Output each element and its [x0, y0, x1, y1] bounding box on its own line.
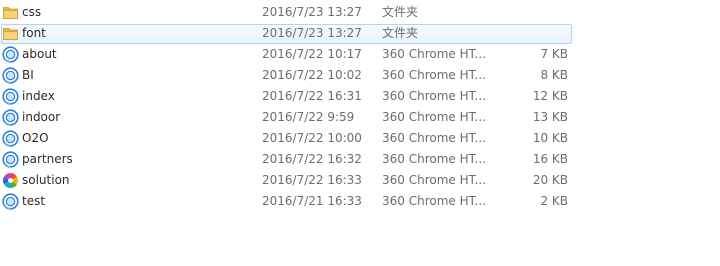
file-size: 16 KB: [532, 152, 568, 166]
browser-html-icon: [2, 46, 19, 63]
file-size: 8 KB: [540, 68, 568, 82]
file-row[interactable]: solution 2016/7/22 16:33 360 Chrome HT..…: [0, 170, 720, 191]
file-row[interactable]: indoor 2016/7/22 9:59 360 Chrome HT... 1…: [0, 107, 720, 128]
file-date-modified: 2016/7/22 9:59: [262, 110, 355, 124]
file-name[interactable]: solution: [22, 170, 70, 191]
file-name[interactable]: css: [22, 2, 41, 23]
file-size: 10 KB: [532, 131, 568, 145]
browser-html-icon: [2, 151, 19, 168]
browser-html-icon: [2, 88, 19, 105]
file-name[interactable]: O2O: [22, 128, 49, 149]
file-date-modified: 2016/7/22 16:31: [262, 89, 362, 103]
file-size: 12 KB: [532, 89, 568, 103]
file-type: 360 Chrome HT...: [382, 152, 486, 166]
browser-html-icon: [2, 67, 19, 84]
browser-html-icon: [2, 130, 19, 147]
file-name[interactable]: font: [22, 23, 46, 44]
file-row[interactable]: partners 2016/7/22 16:32 360 Chrome HT..…: [0, 149, 720, 170]
file-size: 13 KB: [532, 110, 568, 124]
file-date-modified: 2016/7/23 13:27: [262, 26, 362, 40]
file-date-modified: 2016/7/22 10:02: [262, 68, 362, 82]
file-type: 360 Chrome HT...: [382, 47, 486, 61]
file-name[interactable]: partners: [22, 149, 73, 170]
file-size: 7 KB: [540, 47, 568, 61]
file-type: 文件夹: [382, 5, 419, 19]
file-type: 360 Chrome HT...: [382, 68, 486, 82]
file-list: css 2016/7/23 13:27 文件夹 font 2016/7/23 1…: [0, 2, 720, 212]
file-row[interactable]: BI 2016/7/22 10:02 360 Chrome HT... 8 KB: [0, 65, 720, 86]
file-type: 360 Chrome HT...: [382, 110, 486, 124]
file-row[interactable]: O2O 2016/7/22 10:00 360 Chrome HT... 10 …: [0, 128, 720, 149]
file-date-modified: 2016/7/22 10:17: [262, 47, 362, 61]
file-type: 360 Chrome HT...: [382, 173, 486, 187]
file-type: 360 Chrome HT...: [382, 89, 486, 103]
file-type: 360 Chrome HT...: [382, 131, 486, 145]
file-name[interactable]: index: [22, 86, 55, 107]
file-name[interactable]: about: [22, 44, 57, 65]
file-size: 2 KB: [540, 194, 568, 208]
file-date-modified: 2016/7/22 16:32: [262, 152, 362, 166]
browser-html-icon: [2, 193, 19, 210]
file-date-modified: 2016/7/22 16:33: [262, 173, 362, 187]
file-row[interactable]: css 2016/7/23 13:27 文件夹: [0, 2, 720, 23]
file-row[interactable]: test 2016/7/21 16:33 360 Chrome HT... 2 …: [0, 191, 720, 212]
file-date-modified: 2016/7/23 13:27: [262, 5, 362, 19]
file-name[interactable]: BI: [22, 65, 34, 86]
file-type: 文件夹: [382, 26, 419, 40]
file-name[interactable]: test: [22, 191, 45, 212]
file-date-modified: 2016/7/21 16:33: [262, 194, 362, 208]
file-date-modified: 2016/7/22 10:00: [262, 131, 362, 145]
file-row[interactable]: font 2016/7/23 13:27 文件夹: [0, 23, 720, 44]
file-name[interactable]: indoor: [22, 107, 60, 128]
color-wheel-icon: [2, 172, 19, 189]
file-size: 20 KB: [532, 173, 568, 187]
file-row[interactable]: about 2016/7/22 10:17 360 Chrome HT... 7…: [0, 44, 720, 65]
file-row[interactable]: index 2016/7/22 16:31 360 Chrome HT... 1…: [0, 86, 720, 107]
folder-icon: [2, 25, 19, 42]
file-type: 360 Chrome HT...: [382, 194, 486, 208]
browser-html-icon: [2, 109, 19, 126]
folder-icon: [2, 4, 19, 21]
